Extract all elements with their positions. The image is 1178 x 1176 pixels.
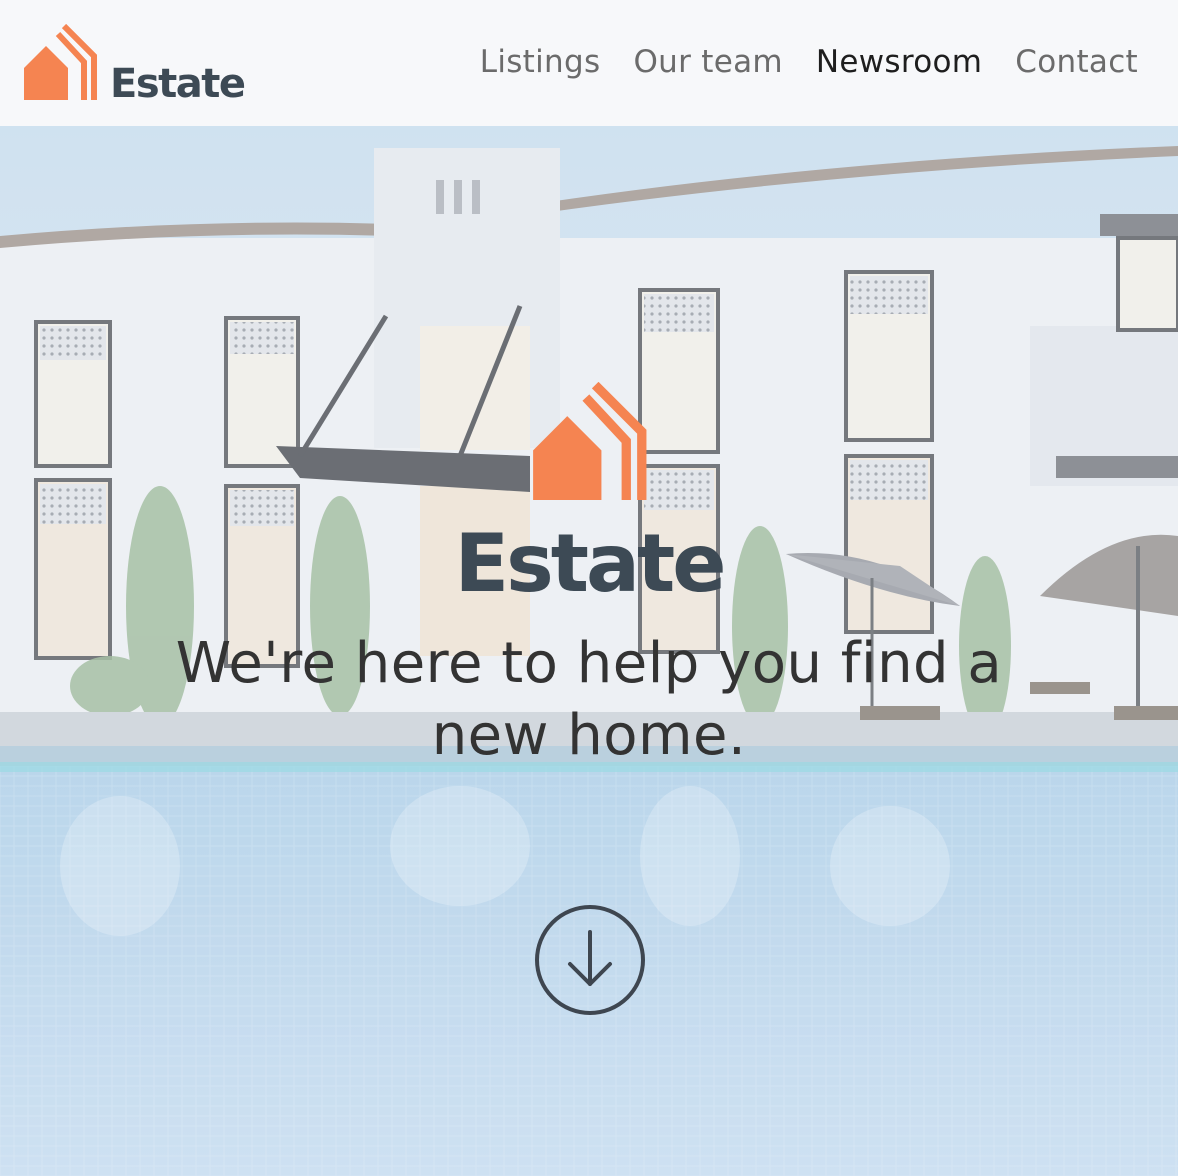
site-header: Estate Listings Our team Newsroom Contac… — [0, 0, 1178, 126]
arrow-down-circle-icon[interactable] — [534, 904, 646, 1016]
hero-brand-name: Estate — [454, 517, 727, 610]
house-logo-icon — [533, 382, 647, 500]
nav-item-contact[interactable]: Contact — [1015, 40, 1138, 84]
brand-home-link[interactable]: Estate — [22, 24, 252, 107]
house-logo-icon — [24, 24, 97, 100]
main-nav: Listings Our team Newsroom Contact — [480, 40, 1138, 84]
brand-name: Estate — [110, 61, 246, 107]
nav-item-newsroom[interactable]: Newsroom — [816, 40, 982, 84]
nav-item-listings[interactable]: Listings — [480, 40, 601, 84]
hero-tagline: We're here to help you find a new home. — [175, 631, 1003, 768]
hero-section: Estate We're here to help you find a new… — [0, 126, 1178, 1176]
nav-item-our-team[interactable]: Our team — [633, 40, 782, 84]
